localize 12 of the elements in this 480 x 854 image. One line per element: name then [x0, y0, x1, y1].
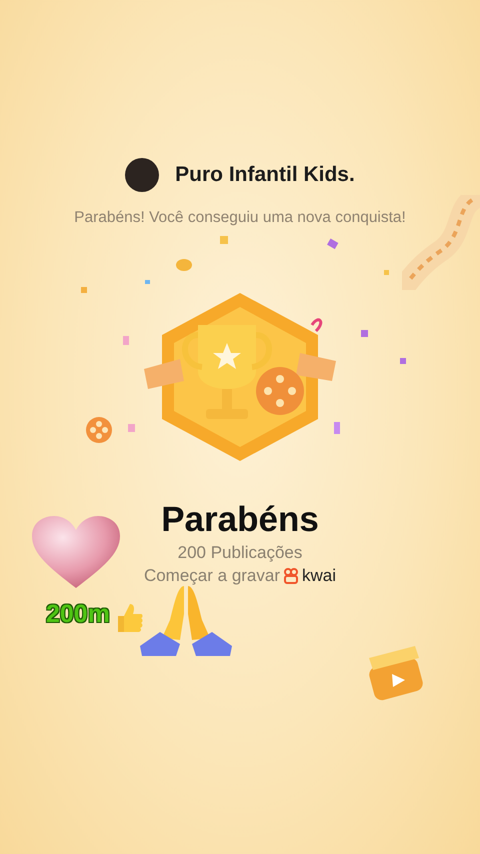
achievement-title: Parabéns — [160, 501, 320, 540]
brand-name: kwai — [302, 564, 336, 587]
avatar — [125, 158, 160, 192]
record-prompt: Começar a gravar — [144, 567, 280, 584]
channel-name: Puro Infantil Kids. — [175, 162, 355, 188]
logo-icon — [284, 568, 298, 584]
posts-count: 200 Publicações — [176, 544, 304, 561]
film-reel-icon — [85, 416, 113, 444]
praying-hands-icon — [140, 584, 232, 656]
heart-sticker-icon — [30, 514, 122, 590]
achievement-message: Parabéns! Você conseguiu uma nova conquista! — [73, 208, 407, 228]
sticker-caption: 200m — [46, 599, 110, 630]
